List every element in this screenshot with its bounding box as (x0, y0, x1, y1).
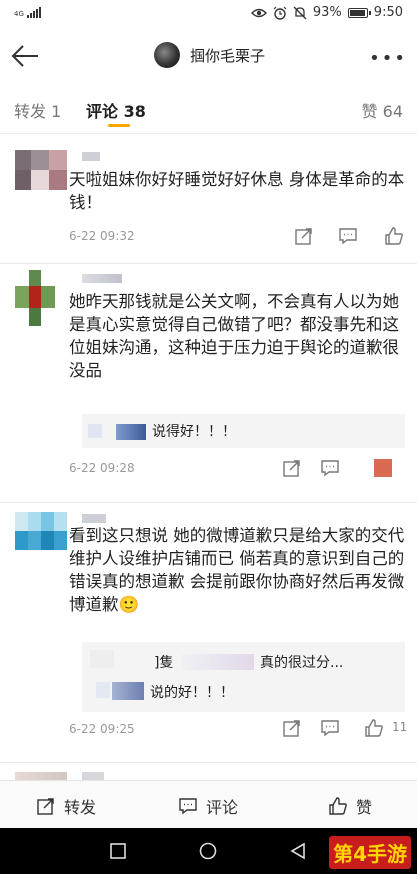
reply-text: 说的好！！！ (150, 685, 234, 701)
reply-icon[interactable] (320, 458, 340, 478)
tab-comment[interactable]: 评论 38 (86, 98, 146, 122)
comment-time: 6-22 09:28 (69, 461, 135, 475)
thumbs-up-icon (329, 797, 347, 815)
author-name[interactable]: 掴你毛栗子 (190, 45, 265, 66)
reply-text: ]隻 (154, 655, 174, 671)
tab-bar: 转发 1 评论 38 赞 64 (0, 90, 417, 134)
comment-item: 她昨天那钱就是公关文啊，不会真有人以为她是真心实意觉得自己做错了吧？都没事先和这… (0, 270, 417, 498)
home-icon[interactable] (199, 842, 217, 860)
repost-label: 转发 (64, 798, 97, 817)
comment-button[interactable]: 评论 (178, 794, 238, 818)
reply-icon[interactable] (320, 718, 340, 738)
more-options-icon[interactable]: ••• (369, 48, 407, 69)
eye-icon (250, 8, 267, 17)
blurred-username (96, 682, 110, 698)
blurred-username (90, 650, 114, 668)
comment-actions: 11 (283, 718, 408, 738)
status-bar: 4G 93% 9:50 (0, 0, 417, 28)
like-count: 11 (392, 720, 408, 734)
divider (0, 263, 417, 264)
battery-percent: 93% (312, 5, 342, 20)
like-button[interactable]: 赞 (328, 794, 372, 818)
comment-actions (283, 458, 404, 478)
reply-preview[interactable]: ]隻 真的很过分... 说的好！！！ (82, 642, 405, 712)
signal-icon (26, 6, 41, 18)
active-tab-indicator (108, 124, 130, 127)
divider (0, 762, 417, 763)
blurred-username (112, 682, 144, 700)
commenter-avatar[interactable] (15, 772, 67, 780)
blurred-username (116, 424, 146, 440)
share-icon[interactable] (282, 458, 302, 478)
comment-icon (179, 798, 197, 815)
divider (0, 502, 417, 503)
repost-button[interactable]: 转发 (36, 794, 96, 818)
mute-bell-icon (293, 6, 307, 19)
signal-indicator: 4G (14, 6, 41, 18)
comment-actions (294, 226, 404, 246)
share-icon[interactable] (294, 226, 314, 246)
comment-item: 看到这只想说 她的微博道歉只是给大家的交代 维护人设维护店铺而已 倘若真的意识到… (0, 508, 417, 758)
repost-icon (37, 798, 54, 815)
back-arrow-icon[interactable] (8, 40, 42, 72)
share-icon[interactable] (282, 718, 302, 738)
bottom-action-bar: 转发 评论 赞 (0, 780, 417, 828)
blurred-username (88, 424, 102, 438)
author-avatar[interactable] (154, 42, 180, 68)
comment-label: 评论 (206, 798, 239, 817)
tab-like[interactable]: 赞 64 (362, 98, 403, 122)
like-icon[interactable] (384, 226, 404, 246)
comment-item: 天啦姐妹你好好睡觉好好休息 身体是革命的本钱！ 6-22 09:32 (0, 146, 417, 262)
comment-text: 她昨天那钱就是公关文啊，不会真有人以为她是真心实意觉得自己做错了吧？都没事先和这… (69, 292, 399, 380)
commenter-name[interactable] (82, 152, 100, 161)
commenter-name[interactable] (82, 514, 106, 523)
system-navigation-bar: 第4手游 (0, 828, 417, 874)
like-icon[interactable] (374, 459, 392, 477)
comment-text: 看到这只想说 她的微博道歉只是给大家的交代 维护人设维护店铺而已 倘若真的意识到… (69, 526, 405, 614)
commenter-name[interactable] (82, 274, 122, 283)
tab-repost[interactable]: 转发 1 (14, 98, 61, 122)
reply-text: 说得好！！！ (152, 424, 236, 440)
comment-text: 天啦姐妹你好好睡觉好好休息 身体是革命的本钱！ (69, 170, 405, 212)
reply-preview[interactable]: 说得好！！！ (82, 414, 405, 448)
reply-text: 真的很过分... (260, 655, 344, 671)
recent-apps-icon[interactable] (109, 842, 127, 860)
commenter-avatar[interactable] (15, 150, 67, 190)
commenter-avatar[interactable] (15, 512, 67, 550)
post-author[interactable]: 掴你毛栗子 (154, 42, 265, 68)
like-icon[interactable] (364, 718, 384, 738)
watermark-logo: 第4手游 (329, 836, 411, 869)
battery-icon (347, 7, 371, 18)
blurred-username (182, 654, 254, 670)
top-app-bar: 掴你毛栗子 ••• (0, 28, 417, 84)
comment-item (0, 768, 417, 781)
alarm-icon (273, 6, 287, 20)
network-type: 4G (14, 10, 24, 18)
clock: 9:50 (373, 5, 403, 20)
commenter-avatar[interactable] (15, 270, 55, 326)
like-label: 赞 (356, 798, 373, 817)
back-triangle-icon[interactable] (289, 842, 307, 860)
comment-time: 6-22 09:32 (69, 229, 135, 243)
comment-time: 6-22 09:25 (69, 722, 135, 736)
reply-icon[interactable] (338, 226, 358, 246)
